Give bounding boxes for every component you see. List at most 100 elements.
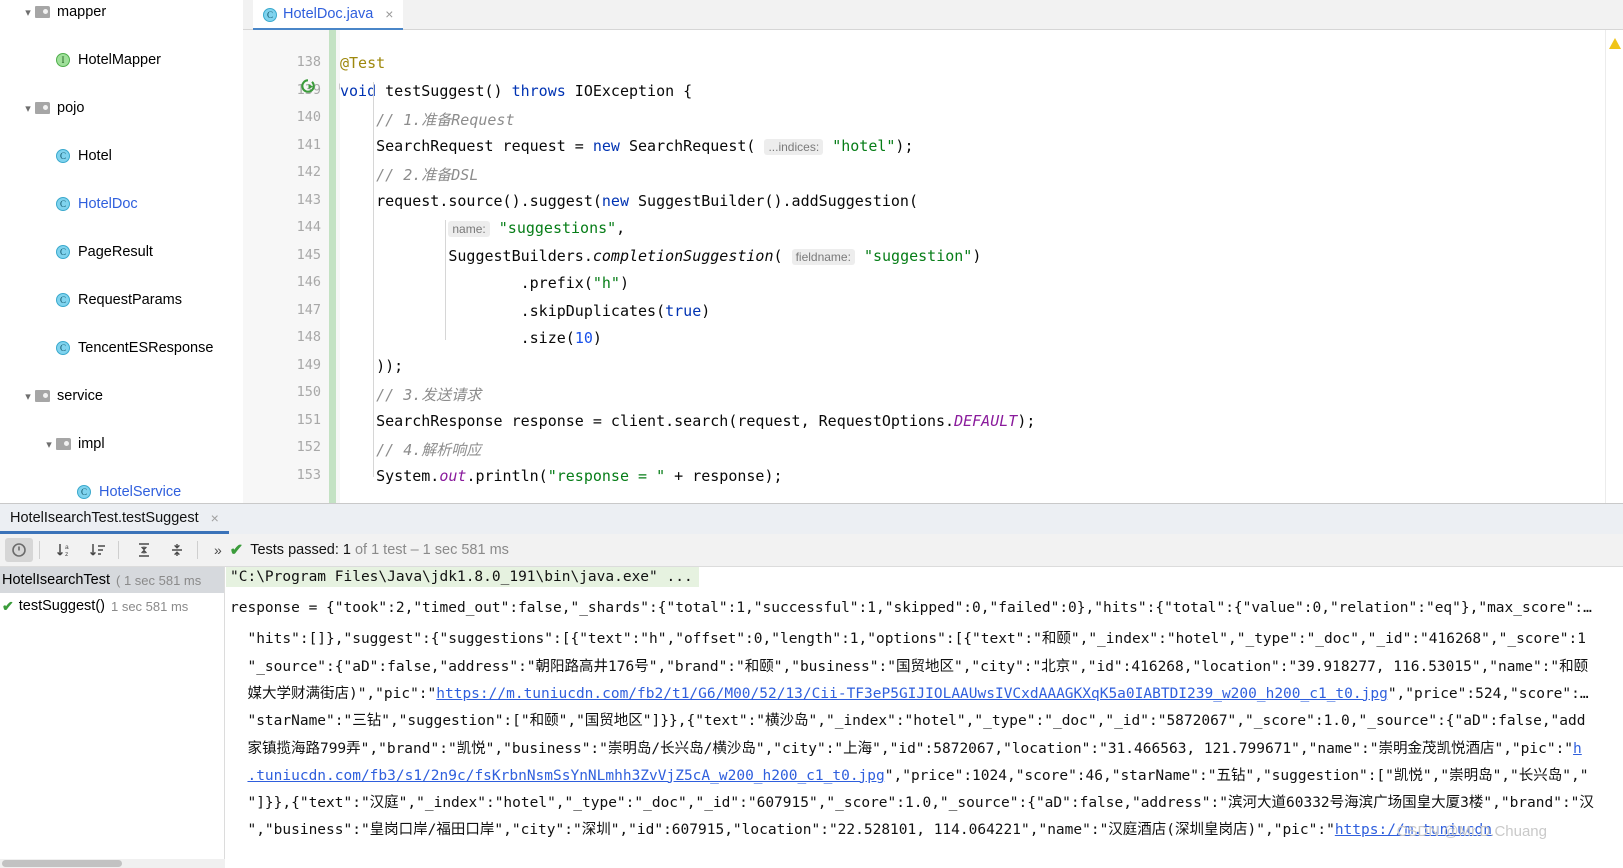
tree-item-label: PageResult [78,244,153,260]
line-number: 148 [296,329,321,345]
line-number: 145 [296,246,321,263]
test-duration: 1 sec 581 ms [110,598,189,614]
sort-alphabetically-icon[interactable]: az [51,538,79,562]
class-icon: C [56,293,70,307]
run-test-panel: HotelIsearchTest.testSuggest × az » ✔ Te… [0,503,1623,868]
check-icon: ✔ [2,597,14,614]
line-number: 140 [296,109,321,125]
tree-item-label: HotelService [99,484,182,500]
tree-item-tencentesresponse[interactable]: C TencentESResponse [0,336,243,360]
toolbar-divider [39,541,40,559]
close-icon[interactable]: × [385,6,393,22]
expand-all-icon[interactable] [130,538,158,562]
code-line: name: "suggestions", [340,219,625,237]
code-line: System.out.println("response = " + respo… [340,466,783,485]
chevron-down-icon[interactable] [21,102,35,115]
console-line: 家镇揽海路799弄","brand":"凯悦","business":"崇明岛/… [230,740,1582,757]
sort-by-duration-icon[interactable] [84,538,112,562]
toolbar-overflow-icon[interactable]: » [214,542,222,558]
check-icon: ✔ [229,542,244,559]
console-line: "starName":"三钻","suggestion":["和颐","国贸地区… [230,713,1586,730]
test-tree-row[interactable]: ✔ testSuggest() 1 sec 581 ms [0,593,224,619]
line-number: 144 [296,219,321,235]
console-line: .tuniucdn.com/fb3/s1/2n9c/fsKrbnNsmSsYnN… [247,767,1589,784]
scrollbar-thumb[interactable] [2,860,122,867]
console-line: "]}},{"text":"汉庭","_index":"hotel","_typ… [230,795,1594,812]
test-result-tree[interactable]: HotelIsearchTest ( 1 sec 581 ms ✔ testSugge… [0,567,225,868]
code-line: )); [340,356,404,375]
close-icon[interactable]: × [211,510,219,526]
class-icon: C [56,149,70,163]
code-comment: // 2.准备DSL [340,166,479,184]
console-line: "_source":{"aD":false,"address":"朝阳路高井17… [230,658,1589,675]
chevron-down-icon[interactable] [21,6,35,19]
line-number: 141 [296,136,321,153]
tree-item-hotel[interactable]: C Hotel [0,144,243,168]
watermark: CSDN @Mr.D.Chuang [1396,823,1547,840]
folder-icon [56,438,71,450]
run-tab-hotelisearchtest[interactable]: HotelIsearchTest.testSuggest × [0,504,229,534]
run-test-gutter-icon[interactable] [300,78,316,94]
line-number: 149 [296,356,321,373]
editor-tab-hoteldoc[interactable]: C HotelDoc.java × [253,0,404,30]
tree-item-hotelmapper[interactable]: I HotelMapper [0,48,243,72]
code-line: .size(10) [340,329,602,347]
svg-text:a: a [65,544,69,551]
code-line: @Test [340,54,386,72]
code-line: // 1.准备Request [340,109,514,130]
editor-right-rail[interactable] [1605,30,1623,503]
code-line: .skipDuplicates(true) [340,301,711,320]
editor-tab-strip: C HotelDoc.java × [243,0,1623,30]
tree-item-label: mapper [57,4,107,20]
chevron-down-icon[interactable] [21,390,35,403]
console-hyperlink[interactable]: https://m.tuniucdn.com/fb2/t1/G6/M00/52/… [436,686,1388,702]
rerun-failed-tests-icon[interactable] [5,538,33,562]
console-line: 媒大学财满街店)","pic":"https://m.tuniucdn.com/… [230,685,1589,702]
interface-icon: I [56,53,70,67]
toolbar-divider [118,541,119,559]
test-duration: ( 1 sec 581 ms [116,572,202,588]
parameter-hint: name: [448,221,490,237]
code-text-area[interactable]: @Test void testSuggest() throws IOExcepti… [340,30,1623,503]
test-tree-label: HotelIsearchTest [2,572,110,588]
indent-guide [373,82,374,477]
tree-item-hotelservice[interactable]: C HotelService [0,480,243,503]
line-number: 147 [296,301,321,318]
test-toolbar: az » ✔ Tests passed: 1 of 1 test – 1 sec… [0,534,1623,567]
test-tree-row[interactable]: HotelIsearchTest ( 1 sec 581 ms [0,567,224,593]
collapse-all-icon[interactable] [163,538,191,562]
code-line: SearchResponse response = client.search(… [340,411,1036,430]
editor-gutter[interactable] [243,30,340,503]
folder-icon [35,102,50,114]
line-number: 151 [296,411,321,428]
tree-item-label: TencentESResponse [78,340,214,356]
warning-triangle-icon[interactable] [1609,38,1621,49]
editor-tab-label: HotelDoc.java [283,6,374,22]
code-comment: // 3.发送请求 [340,386,482,404]
toolbar-divider [197,541,198,559]
test-tree-hscrollbar[interactable] [0,859,225,868]
code-line: SuggestBuilders.completionSuggestion( fi… [340,246,982,265]
tree-item-impl[interactable]: impl [0,432,243,456]
chevron-down-icon[interactable] [42,438,56,451]
code-line: void testSuggest() throws IOException { [340,81,693,100]
console-line: response = {"took":2,"timed_out":false,"… [230,600,1592,616]
line-number: 143 [296,191,321,208]
line-number: 152 [296,439,321,455]
tree-item-service[interactable]: service [0,384,243,408]
tree-item-hoteldoc[interactable]: C HotelDoc [0,192,243,216]
project-tree[interactable]: mapper I HotelMapper pojo C Hotel C HotelDoc C Pa… [0,0,243,503]
class-icon: C [56,245,70,259]
tree-item-pojo[interactable]: pojo [0,96,243,120]
test-status: ✔ Tests passed: 1 of 1 test – 1 sec 581 … [230,540,509,560]
console-hyperlink[interactable]: .tuniucdn.com/fb3/s1/2n9c/fsKrbnNsmSsYnN… [247,768,884,784]
test-tree-label: testSuggest() [18,598,105,614]
tree-item-requestparams[interactable]: C RequestParams [0,288,243,312]
tree-item-pageresult[interactable]: C PageResult [0,240,243,264]
console-line: "hits":[]},"suggest":{"suggestions":[{"t… [230,631,1586,648]
test-status-detail: of 1 test – 1 sec 581 ms [354,542,509,558]
code-editor: C HotelDoc.java × 138 139 140 141 142 143 144 1… [243,0,1623,503]
console-hyperlink[interactable]: h [1573,741,1582,757]
tree-item-mapper[interactable]: mapper [0,0,243,24]
top-area: mapper I HotelMapper pojo C Hotel C HotelDoc C Pa… [0,0,1623,503]
